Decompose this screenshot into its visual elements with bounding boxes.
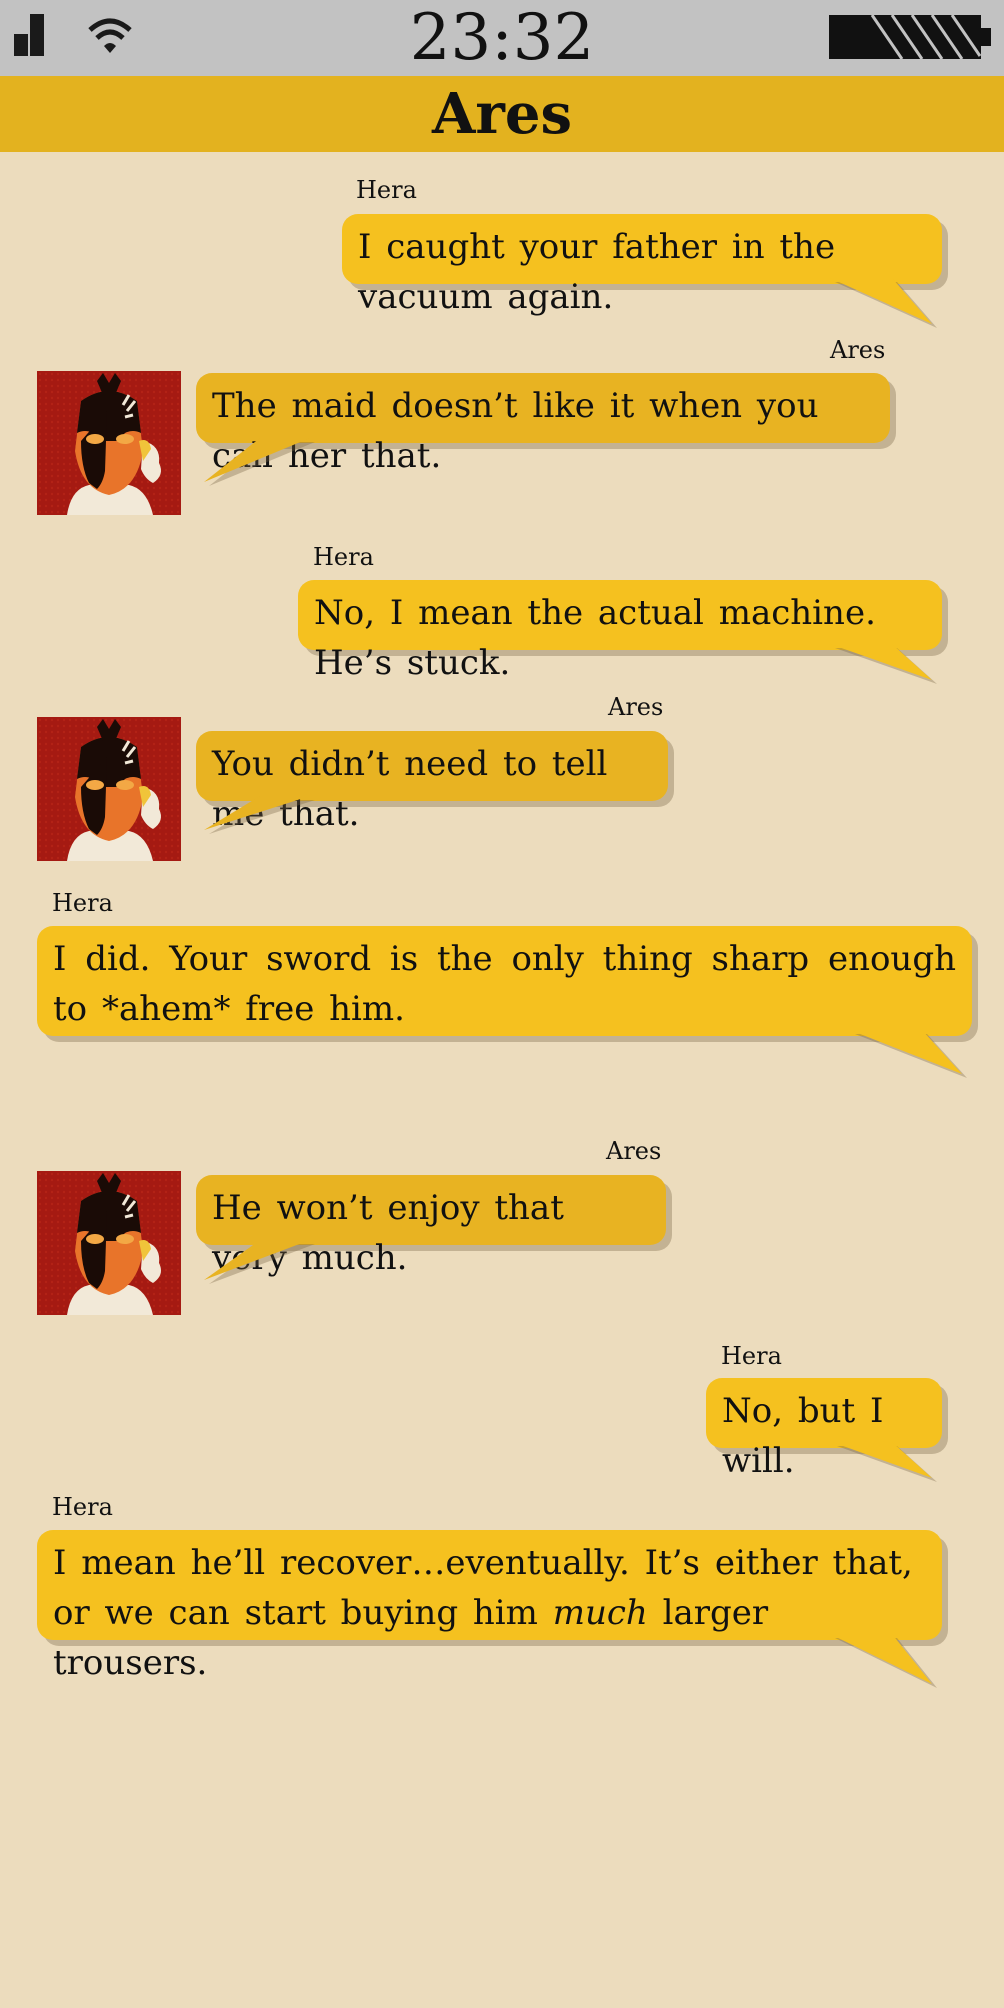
battery-icon bbox=[829, 14, 991, 60]
bubble-tail bbox=[830, 1634, 937, 1688]
ares-avatar bbox=[37, 371, 181, 515]
message-bubble: I mean he’ll recover…eventually. It’s ei… bbox=[37, 1530, 942, 1683]
sender-name: Hera bbox=[721, 1342, 782, 1370]
chat-title: Ares bbox=[431, 81, 573, 147]
bubble-tail bbox=[830, 644, 937, 684]
sender-name: Hera bbox=[52, 889, 113, 917]
message-bubble: The maid doesn’t like it when you call h… bbox=[196, 373, 890, 476]
message-emphasis: much bbox=[552, 1593, 648, 1633]
bubble-tail bbox=[204, 796, 315, 834]
message-bubble: No, but I will. bbox=[706, 1378, 942, 1481]
bubble-tail bbox=[830, 278, 937, 328]
sender-name: Hera bbox=[356, 176, 417, 204]
sender-name: Hera bbox=[313, 543, 374, 571]
chat-header: Ares bbox=[0, 76, 1004, 152]
message-bubble: No, I mean the actual machine. He’s stuc… bbox=[298, 580, 942, 683]
bubble-tail bbox=[832, 1442, 937, 1482]
sender-name: Ares bbox=[608, 693, 664, 721]
message-bubble: He won’t enjoy that very much. bbox=[196, 1175, 666, 1278]
message-text: I mean he’ll recover…eventually. It’s ei… bbox=[53, 1543, 913, 1633]
message-bubble: You didn’t need to tell me that. bbox=[196, 731, 668, 834]
sender-name: Hera bbox=[52, 1493, 113, 1521]
sender-name: Ares bbox=[606, 1137, 662, 1165]
bubble-tail bbox=[204, 438, 315, 486]
bubble-tail bbox=[204, 1240, 315, 1284]
message-bubble: I did. Your sword is the only thing shar… bbox=[37, 926, 972, 1036]
bubble-tail bbox=[850, 1030, 967, 1078]
ares-avatar bbox=[37, 1171, 181, 1315]
status-bar: 23:32 bbox=[0, 0, 1004, 76]
ares-avatar bbox=[37, 717, 181, 861]
sender-name: Ares bbox=[830, 336, 886, 364]
message-bubble: I caught your father in the vacuum again… bbox=[342, 214, 942, 317]
